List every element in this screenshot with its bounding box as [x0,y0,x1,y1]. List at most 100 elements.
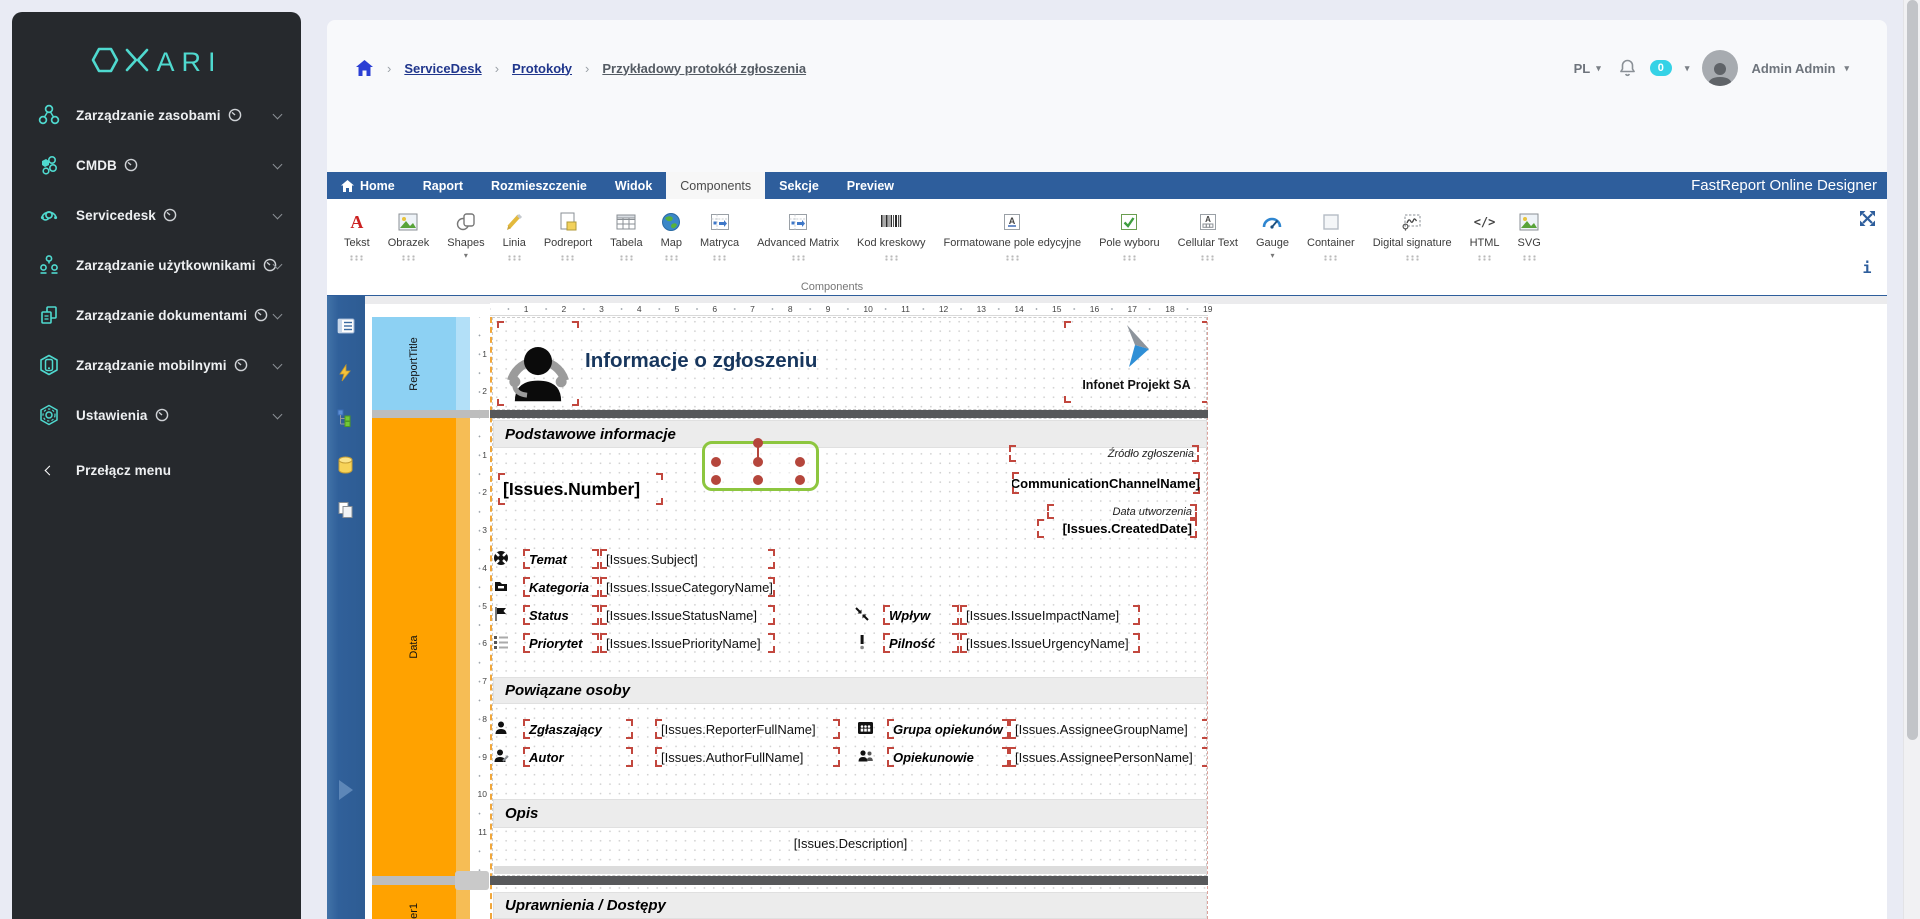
report-tree-icon[interactable] [337,409,353,432]
breadcrumb-separator: › [495,61,499,76]
sidebar-item-ustawienia[interactable]: Ustawienia [12,390,301,440]
band-separator[interactable] [372,410,489,418]
sidebar-item-zarzadzanie-zasobami[interactable]: Zarządzanie zasobami [12,90,301,140]
component-svg[interactable]: SVG [1509,209,1550,261]
fullscreen-icon[interactable] [1859,210,1876,232]
sidebar-toggle-menu[interactable]: Przełącz menu [12,445,301,495]
section-basic-header[interactable]: Podstawowe informacje [493,420,1207,448]
company-logo[interactable]: Infonet Projekt SA [1064,321,1208,403]
component-advanced-matrix[interactable]: Advanced Matrix [748,209,848,261]
temat-value[interactable]: [Issues.Subject] [600,549,775,569]
component-gauge[interactable]: Gauge▾ [1247,209,1298,259]
tab-home[interactable]: Home [327,172,409,199]
tab-widok[interactable]: Widok [601,172,666,199]
tab-raport[interactable]: Raport [409,172,477,199]
component-container[interactable]: Container [1298,209,1364,261]
sidebar-item-servicedesk[interactable]: Servicedesk [12,190,301,240]
priorytet-value[interactable]: [Issues.IssuePriorityName] [600,633,775,653]
opiekunowie-label[interactable]: Opiekunowie [887,747,1009,767]
component-formatowane-pole[interactable]: AFormatowane pole edycyjne [935,209,1091,261]
band-footer[interactable]: er1 [372,885,470,919]
report-page[interactable]: Informacje o zgłoszeniu Infonet Projekt … [490,317,1208,919]
grupa-opiekunow-value[interactable]: [Issues.AssigneeGroupName] [1009,719,1208,739]
component-obrazek[interactable]: Obrazek [379,209,439,261]
component-shapes[interactable]: Shapes▾ [438,209,493,259]
user-menu[interactable]: Admin Admin▾ [1751,61,1849,76]
copy-icon[interactable] [337,501,354,524]
component-tekst[interactable]: ATekst [335,209,379,261]
avatar[interactable] [1702,50,1738,86]
section-people-header[interactable]: Powiązane osoby [493,677,1207,704]
temat-label[interactable]: Temat [523,549,599,569]
kategoria-label[interactable]: Kategoria [523,577,599,597]
wplyw-value[interactable]: [Issues.IssueImpactName] [960,605,1140,625]
source-channel-label[interactable]: Źródło zgłoszenia [1009,445,1199,462]
pilnosc-label[interactable]: Pilność [883,633,959,653]
band-separator-dark[interactable] [490,876,1208,885]
language-selector[interactable]: PL▾ [1574,61,1601,76]
created-date-label[interactable]: Data utworzenia [1047,504,1197,519]
component-pole-wyboru[interactable]: Pole wyboru [1090,209,1169,261]
component-tabela[interactable]: Tabela [601,209,651,261]
sidebar-item-zarzadzanie-uzytkownikami[interactable]: Zarządzanie użytkownikami [12,240,301,290]
section-opis-header[interactable]: Opis [493,799,1207,828]
expand-panel-arrow-icon[interactable] [336,778,356,807]
sidebar-item-cmdb[interactable]: CMDB [12,140,301,190]
zglaszajacy-label[interactable]: Zgłaszający [523,719,633,739]
status-value[interactable]: [Issues.IssueStatusName] [600,605,775,625]
properties-icon[interactable] [337,318,355,339]
opiekunowie-value[interactable]: [Issues.AssigneePersonName] [1009,747,1208,767]
sidebar-item-zarzadzanie-dokumentami[interactable]: Zarządzanie dokumentami [12,290,301,340]
caret-down-icon[interactable]: ▾ [1685,63,1690,74]
grupa-opiekunow-label[interactable]: Grupa opiekunów [887,719,1009,739]
wplyw-label[interactable]: Wpływ [883,605,959,625]
pilnosc-value[interactable]: [Issues.IssueUrgencyName] [960,633,1140,653]
events-icon[interactable] [337,364,353,387]
autor-label[interactable]: Autor [523,747,633,767]
tab-rozmieszczenie[interactable]: Rozmieszczenie [477,172,601,199]
description-field[interactable]: [Issues.Description] [492,836,1208,851]
component-html[interactable]: </>HTML [1461,209,1509,261]
bell-icon[interactable] [1618,58,1637,78]
component-cellular-text[interactable]: ACellular Text [1169,209,1247,261]
section-permissions-header[interactable]: Uprawnienia / Dostępy [493,892,1207,919]
band-resize-handle[interactable] [455,871,489,890]
breadcrumb-protokoly[interactable]: Protokoły [512,61,572,76]
issue-number-field[interactable]: [Issues.Number] [498,473,663,505]
report-header-person-icon[interactable] [497,321,579,406]
component-map[interactable]: Map [652,209,691,261]
report-title-text[interactable]: Informacje o zgłoszeniu [585,349,817,373]
tab-sekcje[interactable]: Sekcje [765,172,833,199]
band-data[interactable]: Data [372,418,470,876]
breadcrumb-servicedesk[interactable]: ServiceDesk [404,61,481,76]
status-label[interactable]: Status [523,605,599,625]
page-scrollbar[interactable] [1903,0,1920,919]
scrollbar-thumb[interactable] [1907,0,1918,740]
component-matryca[interactable]: Matryca [691,209,748,261]
component-linia[interactable]: Linia [494,209,535,261]
band-report-title[interactable]: ReportTitle [372,317,470,410]
component-podreport[interactable]: Podreport [535,209,601,261]
component-kod-kreskowy[interactable]: Kod kreskowy [848,209,934,261]
tab-preview[interactable]: Preview [833,172,908,199]
sidebar-item-zarzadzanie-mobilnymi[interactable]: Zarządzanie mobilnymi [12,340,301,390]
selected-shape[interactable] [702,441,819,491]
notification-badge[interactable]: 0 [1650,60,1672,76]
field-row-zglaszajacy: Zgłaszający [Issues.ReporterFullName] Gr… [492,719,1208,739]
autor-value[interactable]: [Issues.AuthorFullName] [655,747,840,767]
kategoria-value[interactable]: [Issues.IssueCategoryName] [600,577,775,597]
tab-label: Sekcje [779,179,819,193]
created-date-field[interactable]: [Issues.CreatedDate] [1037,519,1197,538]
tab-components[interactable]: Components [666,172,765,199]
component-digital-signature[interactable]: Digital signature [1364,209,1461,261]
data-source-icon[interactable] [337,456,354,479]
band-separator-dark[interactable] [490,410,1208,418]
home-icon[interactable] [355,59,374,77]
source-channel-field[interactable]: [Issues.CommunicationChannelName] [1012,472,1200,494]
zglaszajacy-value[interactable]: [Issues.ReporterFullName] [655,719,840,739]
designer-vertical-toolbar [327,296,365,919]
gauge-icon [124,158,138,172]
priorytet-label[interactable]: Priorytet [523,633,599,653]
info-icon[interactable]: i [1862,259,1871,277]
app-logo: ARI [12,12,301,84]
